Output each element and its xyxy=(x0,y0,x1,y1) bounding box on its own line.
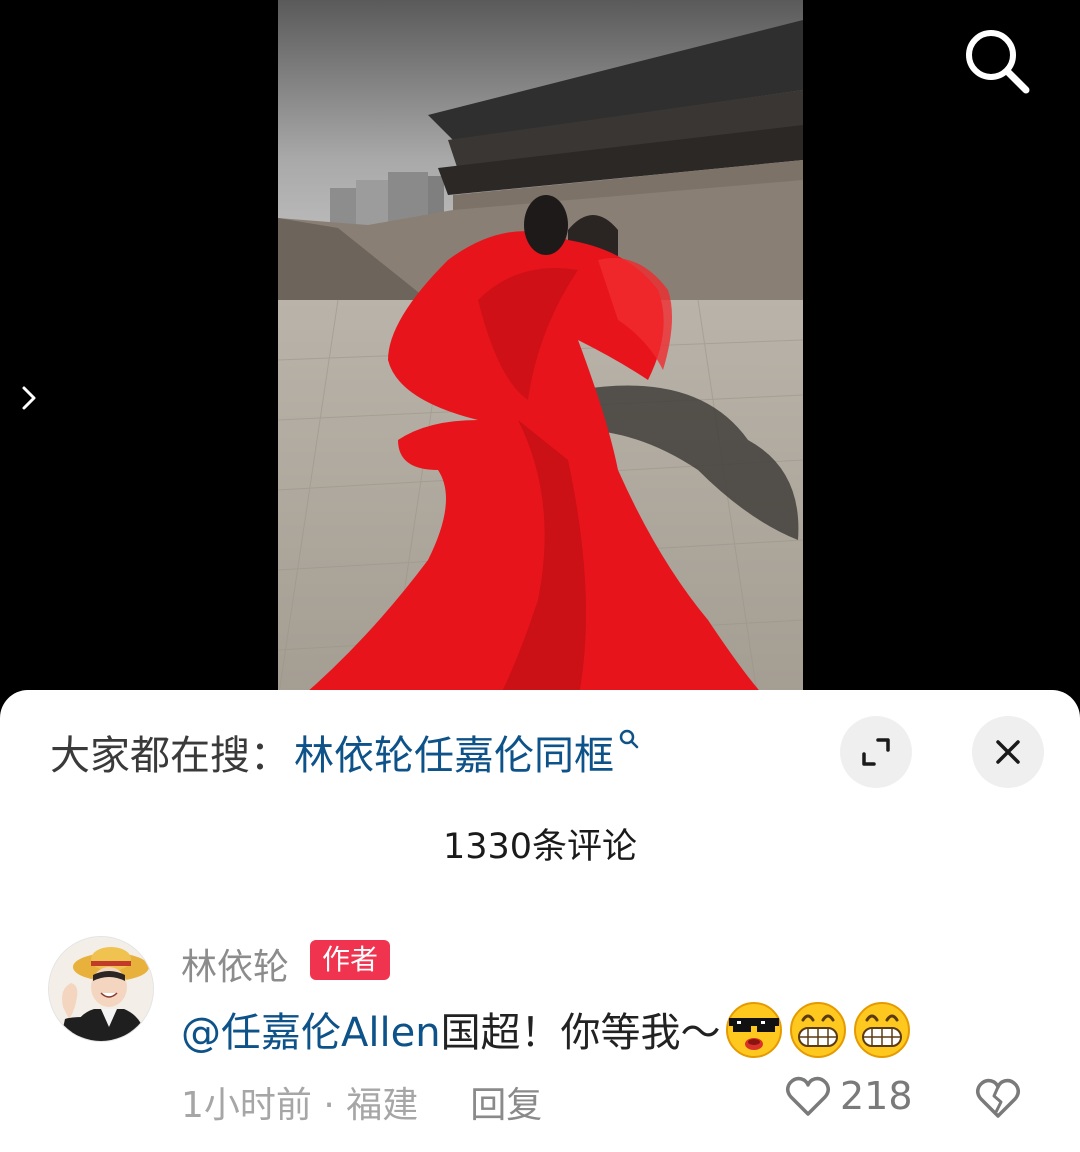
comment-mention[interactable]: @任嘉伦Allen xyxy=(181,1000,441,1058)
dislike-button[interactable] xyxy=(974,1074,1022,1122)
like-button[interactable]: 218 xyxy=(784,1072,913,1120)
comment-body[interactable]: @任嘉伦Allen 国超！你等我～ xyxy=(181,998,913,1060)
avatar[interactable] xyxy=(48,936,154,1042)
heart-outline-icon xyxy=(786,1076,830,1116)
search-icon xyxy=(966,30,1030,94)
avatar-image xyxy=(49,937,153,1041)
close-icon xyxy=(996,740,1020,764)
comment-time-location: 1小时前 · 福建 xyxy=(181,1085,419,1126)
hot-search-keyword[interactable]: 林依轮任嘉伦同框 xyxy=(294,723,614,781)
fullscreen-icon xyxy=(862,738,890,766)
comment-count: 1330条评论 xyxy=(442,827,638,867)
search-button[interactable] xyxy=(960,24,1032,96)
expand-panel-button[interactable] xyxy=(14,380,44,416)
magnifier-icon xyxy=(619,729,639,749)
hot-search-prefix: 大家都在搜： xyxy=(50,733,290,779)
comment-item: 林依轮 作者 @任嘉伦Allen 国超！你等我～ 1小时前 · 福建 回复 21… xyxy=(0,926,1080,1136)
cool-sunglasses-emoji-icon xyxy=(725,1002,782,1058)
video-player[interactable] xyxy=(0,0,1080,720)
comment-text: 国超！你等我～ xyxy=(440,1010,721,1056)
comment-sheet: 大家都在搜： 林依轮任嘉伦同框 1330条评论 林依轮 作者 @任嘉伦Allen… xyxy=(0,690,1080,1152)
chevron-right-icon xyxy=(22,386,36,410)
comment-meta: 1小时前 · 福建 回复 xyxy=(181,1076,542,1128)
broken-heart-icon xyxy=(976,1078,1020,1118)
comment-author[interactable]: 林依轮 xyxy=(181,938,289,990)
author-badge: 作者 xyxy=(310,940,391,980)
video-frame[interactable] xyxy=(278,0,803,700)
fullscreen-button[interactable] xyxy=(840,716,912,788)
grinning-emoji-icon xyxy=(789,1002,846,1058)
hot-search-bar[interactable]: 大家都在搜： 林依轮任嘉伦同框 xyxy=(50,720,640,784)
like-count: 218 xyxy=(840,1074,913,1118)
video-thumbnail xyxy=(278,0,803,700)
reply-button[interactable]: 回复 xyxy=(470,1076,542,1128)
grinning-emoji-icon xyxy=(853,1002,910,1058)
close-button[interactable] xyxy=(972,716,1044,788)
